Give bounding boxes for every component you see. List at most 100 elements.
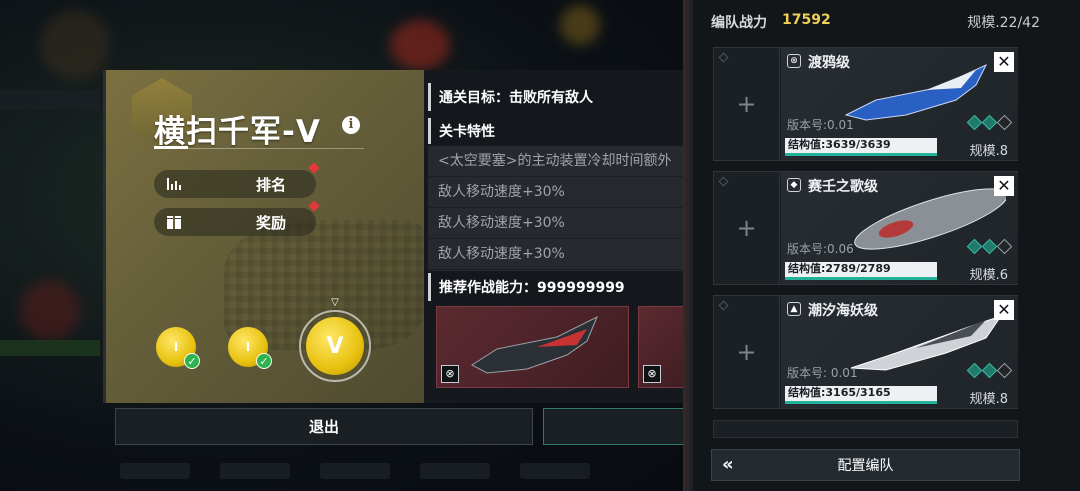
list-item: 敌人移动速度+30% [428,208,693,239]
nav-item [120,462,190,479]
difficulty-coin-selected[interactable]: Ⅴ [306,317,364,375]
list-item: 敌人移动速度+30% [428,239,693,270]
coin-roman: Ⅰ [245,340,251,354]
diamond-icon [981,114,998,131]
stage-detail-panel: 通关目标：击败所有敌人 关卡特性 <太空要塞>的主动装置冷却时间额外 敌人移动速… [428,83,693,403]
structure-bar: 结构值:2789/2789 [785,262,937,280]
configure-fleet-label: 配置编队 [837,458,894,474]
add-ship-button[interactable]: + [714,296,780,408]
diamond-icon [718,300,729,311]
alert-dot [308,162,320,174]
check-icon: ✓ [184,353,200,369]
ship-card[interactable]: ⊗ 渡鸦级 ✕ 版本号:0.01 结构值:3639/3639 规模.8 [781,48,1018,160]
reward-button[interactable]: 奖励 [154,200,320,236]
class-icon: ⊗ [643,365,661,383]
gift-icon [166,214,182,230]
selected-marker-icon: ▽ [331,297,339,308]
diamond-icon [966,362,983,379]
bg-blob [20,280,80,340]
rank-diamonds [966,362,1013,379]
add-ship-button[interactable]: + [714,48,780,160]
difficulty-coin-1[interactable]: Ⅰ ✓ [156,327,200,369]
clear-goal: 通关目标：击败所有敌人 [428,83,693,111]
nav-item [420,462,490,479]
list-item: <太空要塞>的主动装置冷却时间额外 [428,146,693,177]
rank-diamonds [966,238,1013,255]
check-icon: ✓ [256,353,272,369]
bg-bar [0,340,100,356]
nav-item [320,462,390,479]
diamond-icon [966,114,983,131]
alert-dot [308,200,320,212]
class-icon: ⊗ [441,365,459,383]
ship-slot: + ▲ 潮汐海妖级 ✕ 版本号: 0.01 结构值:3165/3165 规模.8 [713,295,1018,409]
structure-value: 结构值:3639/3639 [788,138,891,151]
exit-button[interactable]: 退出 [115,408,533,445]
ship-scale: 规模.8 [969,392,1008,407]
empty-slot[interactable] [713,420,1018,438]
ship-slot: + ◆ 赛壬之歌级 ✕ 版本号:0.06 结构值:2789/2789 规模.6 [713,171,1018,285]
class-icon: ▲ [787,302,801,316]
nav-item [520,462,590,479]
diamond-icon [996,114,1013,131]
panel-divider [683,0,693,491]
stage-popup: 横扫千军-Ⅴ i 排名 奖励 Ⅰ ✓ Ⅰ ✓ ▽ Ⅴ 通关目标：击败所有敌人 关… [103,70,693,403]
title-divider [154,148,364,149]
close-icon[interactable]: ✕ [994,176,1014,196]
ship-scale: 规模.6 [969,268,1008,283]
ship-version: 版本号: 0.01 [787,366,858,380]
ship-version: 版本号:0.01 [787,118,854,132]
stage-info-panel: 横扫千军-Ⅴ i 排名 奖励 Ⅰ ✓ Ⅰ ✓ ▽ Ⅴ [106,70,424,403]
fleet-scale: 规模.22/42 [967,15,1040,31]
rank-label: 排名 [255,175,286,194]
features-header: 关卡特性 [428,118,693,144]
ship-name: 渡鸦级 [808,55,850,71]
fleet-panel: 编队战力 17592 规模.22/42 + ⊗ 渡鸦级 ✕ 版本号:0.01 结… [693,0,1080,491]
diamond-icon [718,52,729,63]
enemy-ship-icon [471,315,598,374]
structure-fill [785,153,937,156]
diamond-icon [966,238,983,255]
ship-version: 版本号:0.06 [787,242,854,256]
recommended-power: 推荐作战能力：999999999 [428,273,693,301]
diamond-icon [981,362,998,379]
info-icon[interactable]: i [342,116,360,134]
diamond-icon [996,362,1013,379]
stage-title: 横扫千军-Ⅴ [154,114,321,150]
ship-name: 潮汐海妖级 [808,303,878,319]
diamond-icon [718,176,729,187]
back-icon[interactable]: « [722,454,734,475]
ship-card[interactable]: ◆ 赛壬之歌级 ✕ 版本号:0.06 结构值:2789/2789 规模.6 [781,172,1018,284]
bottom-nav-blurred [110,450,690,491]
secondary-button[interactable] [543,408,690,445]
ship-slot: + ⊗ 渡鸦级 ✕ 版本号:0.01 结构值:3639/3639 规模.8 [713,47,1018,161]
bar-chart-icon [166,176,182,192]
enemy-ship-card[interactable]: ⊗ [436,306,629,388]
structure-bar: 结构值:3165/3165 [785,386,937,404]
ship-card[interactable]: ▲ 潮汐海妖级 ✕ 版本号: 0.01 结构值:3165/3165 规模.8 [781,296,1018,408]
class-icon: ⊗ [787,54,801,68]
ship-scale: 规模.8 [969,144,1008,159]
structure-fill [785,401,937,404]
add-ship-button[interactable]: + [714,172,780,284]
rank-diamonds [966,114,1013,131]
fleet-power-label: 编队战力 [711,15,767,31]
coin-roman: Ⅰ [173,340,179,354]
coin-roman: Ⅴ [326,333,344,359]
list-item: 敌人移动速度+30% [428,177,693,208]
configure-fleet-button[interactable]: « 配置编队 [711,449,1020,481]
close-icon[interactable]: ✕ [994,52,1014,72]
rank-button[interactable]: 排名 [154,162,320,198]
difficulty-coin-2[interactable]: Ⅰ ✓ [228,327,272,369]
close-icon[interactable]: ✕ [994,300,1014,320]
ship-name: 赛壬之歌级 [808,179,878,195]
nav-item [220,462,290,479]
diamond-icon [996,238,1013,255]
fleet-power-value: 17592 [782,12,831,28]
structure-value: 结构值:3165/3165 [788,386,891,399]
structure-bar: 结构值:3639/3639 [785,138,937,156]
features-list[interactable]: <太空要塞>的主动装置冷却时间额外 敌人移动速度+30% 敌人移动速度+30% … [428,146,693,271]
structure-value: 结构值:2789/2789 [788,262,891,275]
bg-blob [390,20,450,70]
reward-label: 奖励 [255,213,286,232]
